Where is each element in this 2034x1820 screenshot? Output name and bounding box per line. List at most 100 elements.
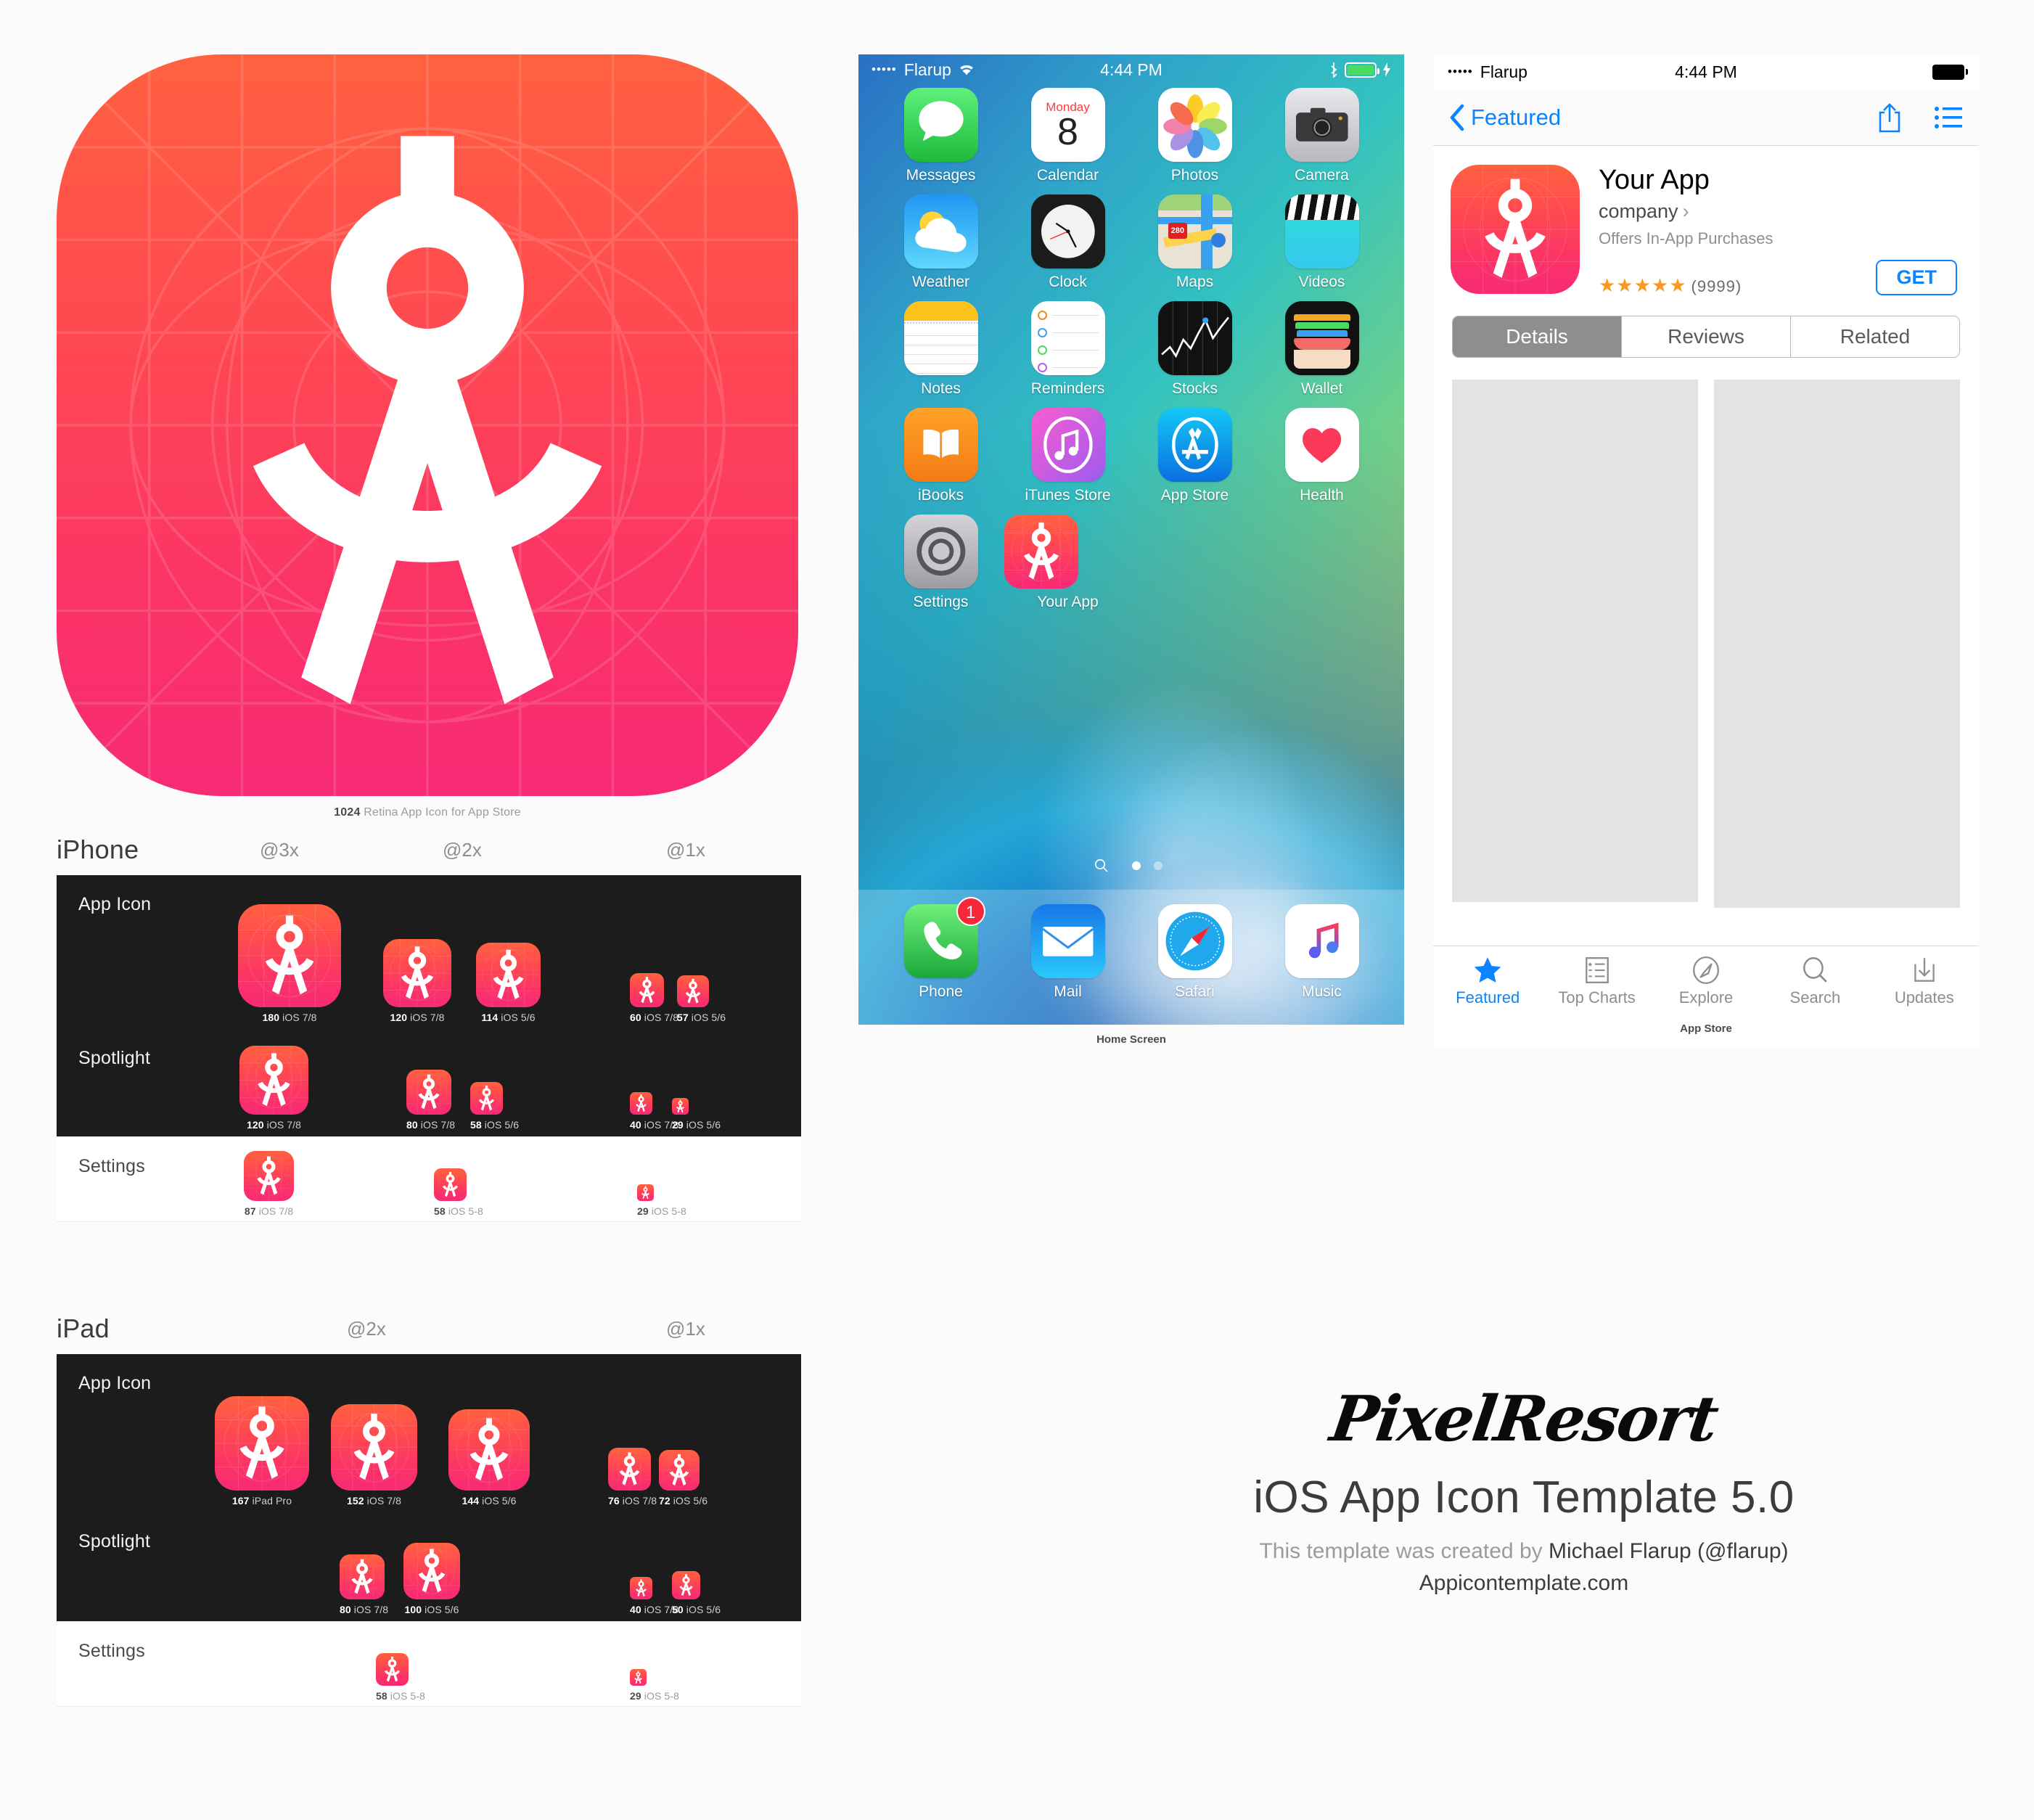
home-screen-app[interactable]: Weather <box>877 194 1004 291</box>
list-icon[interactable] <box>1934 105 1963 130</box>
scale-label-2x-ipad: @2x <box>347 1318 386 1340</box>
icon-size-label: 167 iPad Pro <box>215 1495 309 1507</box>
screenshot-placeholder-1[interactable] <box>1452 380 1698 902</box>
home-screen-app[interactable]: Messages <box>877 88 1004 184</box>
icon-size-label: 76 iOS 7/8 <box>608 1495 657 1507</box>
search-icon <box>1760 955 1869 988</box>
icon-size-label: 29 iOS 5/6 <box>672 1119 721 1131</box>
app-icon-preview <box>637 1184 654 1201</box>
icon-size-label: 58 iOS 5-8 <box>376 1690 425 1702</box>
store-battery-icon <box>1932 64 1968 80</box>
home-screen-app[interactable]: Settings <box>877 515 1004 611</box>
app-glyph <box>903 194 978 269</box>
app-glyph <box>1030 408 1105 482</box>
tabbar-label: Top Charts <box>1558 988 1636 1007</box>
tabbar-label: Updates <box>1894 988 1954 1007</box>
app-label: Videos <box>1298 274 1345 290</box>
app-icon-preview <box>406 1070 451 1115</box>
icon-size-sample: 167 iPad Pro <box>215 1396 309 1507</box>
dock-app[interactable]: Mail <box>1004 904 1131 1025</box>
icon-size-label: 144 iOS 5/6 <box>448 1495 530 1507</box>
home-screen-app[interactable]: Stocks <box>1131 301 1258 398</box>
app-title: Your App <box>1599 165 1710 195</box>
get-button[interactable]: GET <box>1876 260 1957 295</box>
tabbar-label: Search <box>1789 988 1841 1007</box>
iphone-home-screen: ••••• Flarup 4:44 PM Messages Monday 8 Cale… <box>858 54 1404 1025</box>
icon-size-label: 80 iOS 7/8 <box>406 1119 455 1131</box>
icon-size-sample: 58 iOS 5-8 <box>434 1168 483 1217</box>
home-screen-app[interactable]: Camera <box>1258 88 1385 184</box>
icon-size-px: 58 <box>376 1690 387 1702</box>
home-screen-app[interactable]: 280 Maps <box>1131 194 1258 291</box>
compass-glyph <box>384 1656 401 1682</box>
store-tab-details[interactable]: Details <box>1453 316 1621 357</box>
store-tab-reviews[interactable]: Reviews <box>1621 316 1790 357</box>
store-tabbar-search[interactable]: Search <box>1760 955 1869 1007</box>
app-icon-preview <box>470 1082 503 1115</box>
home-screen-app[interactable]: Notes <box>877 301 1004 398</box>
icon-size-sample: 58 iOS 5/6 <box>470 1082 519 1131</box>
page-dot-2[interactable] <box>1153 861 1162 870</box>
store-app-icon <box>1451 165 1580 294</box>
share-icon[interactable] <box>1876 102 1903 134</box>
icon-size-label: 58 iOS 5-8 <box>434 1205 483 1217</box>
home-screen-app[interactable]: App Store <box>1131 408 1258 504</box>
home-screen-app[interactable]: Clock <box>1004 194 1131 291</box>
section-iphone: iPhone @3x @2x @1x App Icon 180 iOS 7/8 <box>57 835 801 1222</box>
app-store-screen: ••••• Flarup 4:44 PM Featured Your App c… <box>1433 54 1979 1048</box>
dock-app[interactable]: Music <box>1258 904 1385 1025</box>
app-icon-preview <box>331 1404 417 1491</box>
icon-size-os: iOS 7/8 <box>282 1012 317 1023</box>
app-label: iTunes Store <box>1025 487 1111 504</box>
home-screen-app[interactable]: Wallet <box>1258 301 1385 398</box>
screenshot-placeholder-2[interactable] <box>1714 380 1960 908</box>
app-glyph <box>1284 408 1359 482</box>
bluetooth-icon <box>1331 62 1337 78</box>
compass-glyph <box>401 946 434 999</box>
app-label: Safari <box>1175 983 1215 1000</box>
size-row-spotlight-ipad: Spotlight 80 iOS 7/8 100 iOS 5/6 40 iOS … <box>57 1512 801 1621</box>
icon-size-label: 152 iOS 7/8 <box>331 1495 417 1507</box>
section-ipad: iPad @2x @1x App Icon 167 iPad Pro 152 i… <box>57 1313 801 1707</box>
app-label: Health <box>1300 487 1344 504</box>
icon-size-sample: 72 iOS 5/6 <box>659 1450 708 1507</box>
icon-size-px: 40 <box>630 1119 641 1131</box>
app-label: Settings <box>913 594 969 610</box>
app-label: Weather <box>912 274 969 290</box>
app-glyph <box>1157 408 1232 482</box>
store-tabbar-explore[interactable]: Explore <box>1652 955 1760 1007</box>
icon-size-px: 152 <box>346 1495 364 1507</box>
icon-size-sample: 80 iOS 7/8 <box>340 1554 388 1615</box>
credit-prefix: This template was created by <box>1259 1539 1549 1563</box>
home-screen-app[interactable]: Your App <box>1004 515 1131 611</box>
app-label: Clock <box>1049 274 1087 290</box>
app-label: Your App <box>1037 594 1099 610</box>
store-tabbar-updates[interactable]: Updates <box>1870 955 1979 1007</box>
app-label: Photos <box>1170 167 1219 184</box>
home-screen-app[interactable]: Monday 8 Calendar <box>1004 88 1131 184</box>
icon-size-px: 58 <box>470 1119 482 1131</box>
row-label: Settings <box>78 1641 145 1661</box>
pixelresort-logo: PixelResort <box>1326 1382 1722 1456</box>
home-screen-app[interactable]: Photos <box>1131 88 1258 184</box>
app-icon-preview <box>672 1098 689 1115</box>
store-tabbar-top-charts[interactable]: Top Charts <box>1542 955 1651 1007</box>
device-label-iphone: iPhone <box>57 835 139 864</box>
home-screen-app[interactable]: Health <box>1258 408 1385 504</box>
store-tab-related[interactable]: Related <box>1790 316 1959 357</box>
home-screen-app[interactable]: iTunes Store <box>1004 408 1131 504</box>
spotlight-search-icon[interactable] <box>1094 858 1110 874</box>
dock-app[interactable]: 1 Phone <box>877 897 1004 1025</box>
icon-size-os: iOS 5/6 <box>425 1604 459 1615</box>
compass-glyph <box>639 977 655 1004</box>
app-company[interactable]: company › <box>1599 200 1961 223</box>
page-dot-1[interactable] <box>1131 861 1141 870</box>
home-screen-app[interactable]: Reminders <box>1004 301 1131 398</box>
back-button[interactable]: Featured <box>1449 104 1561 131</box>
dock-app[interactable]: Safari <box>1131 904 1258 1025</box>
compass-glyph <box>351 1559 373 1594</box>
store-tabbar-featured[interactable]: Featured <box>1433 955 1542 1007</box>
home-screen-app[interactable]: Videos <box>1258 194 1385 291</box>
icon-size-label: 29 iOS 5-8 <box>637 1205 686 1217</box>
home-screen-app[interactable]: iBooks <box>877 408 1004 504</box>
